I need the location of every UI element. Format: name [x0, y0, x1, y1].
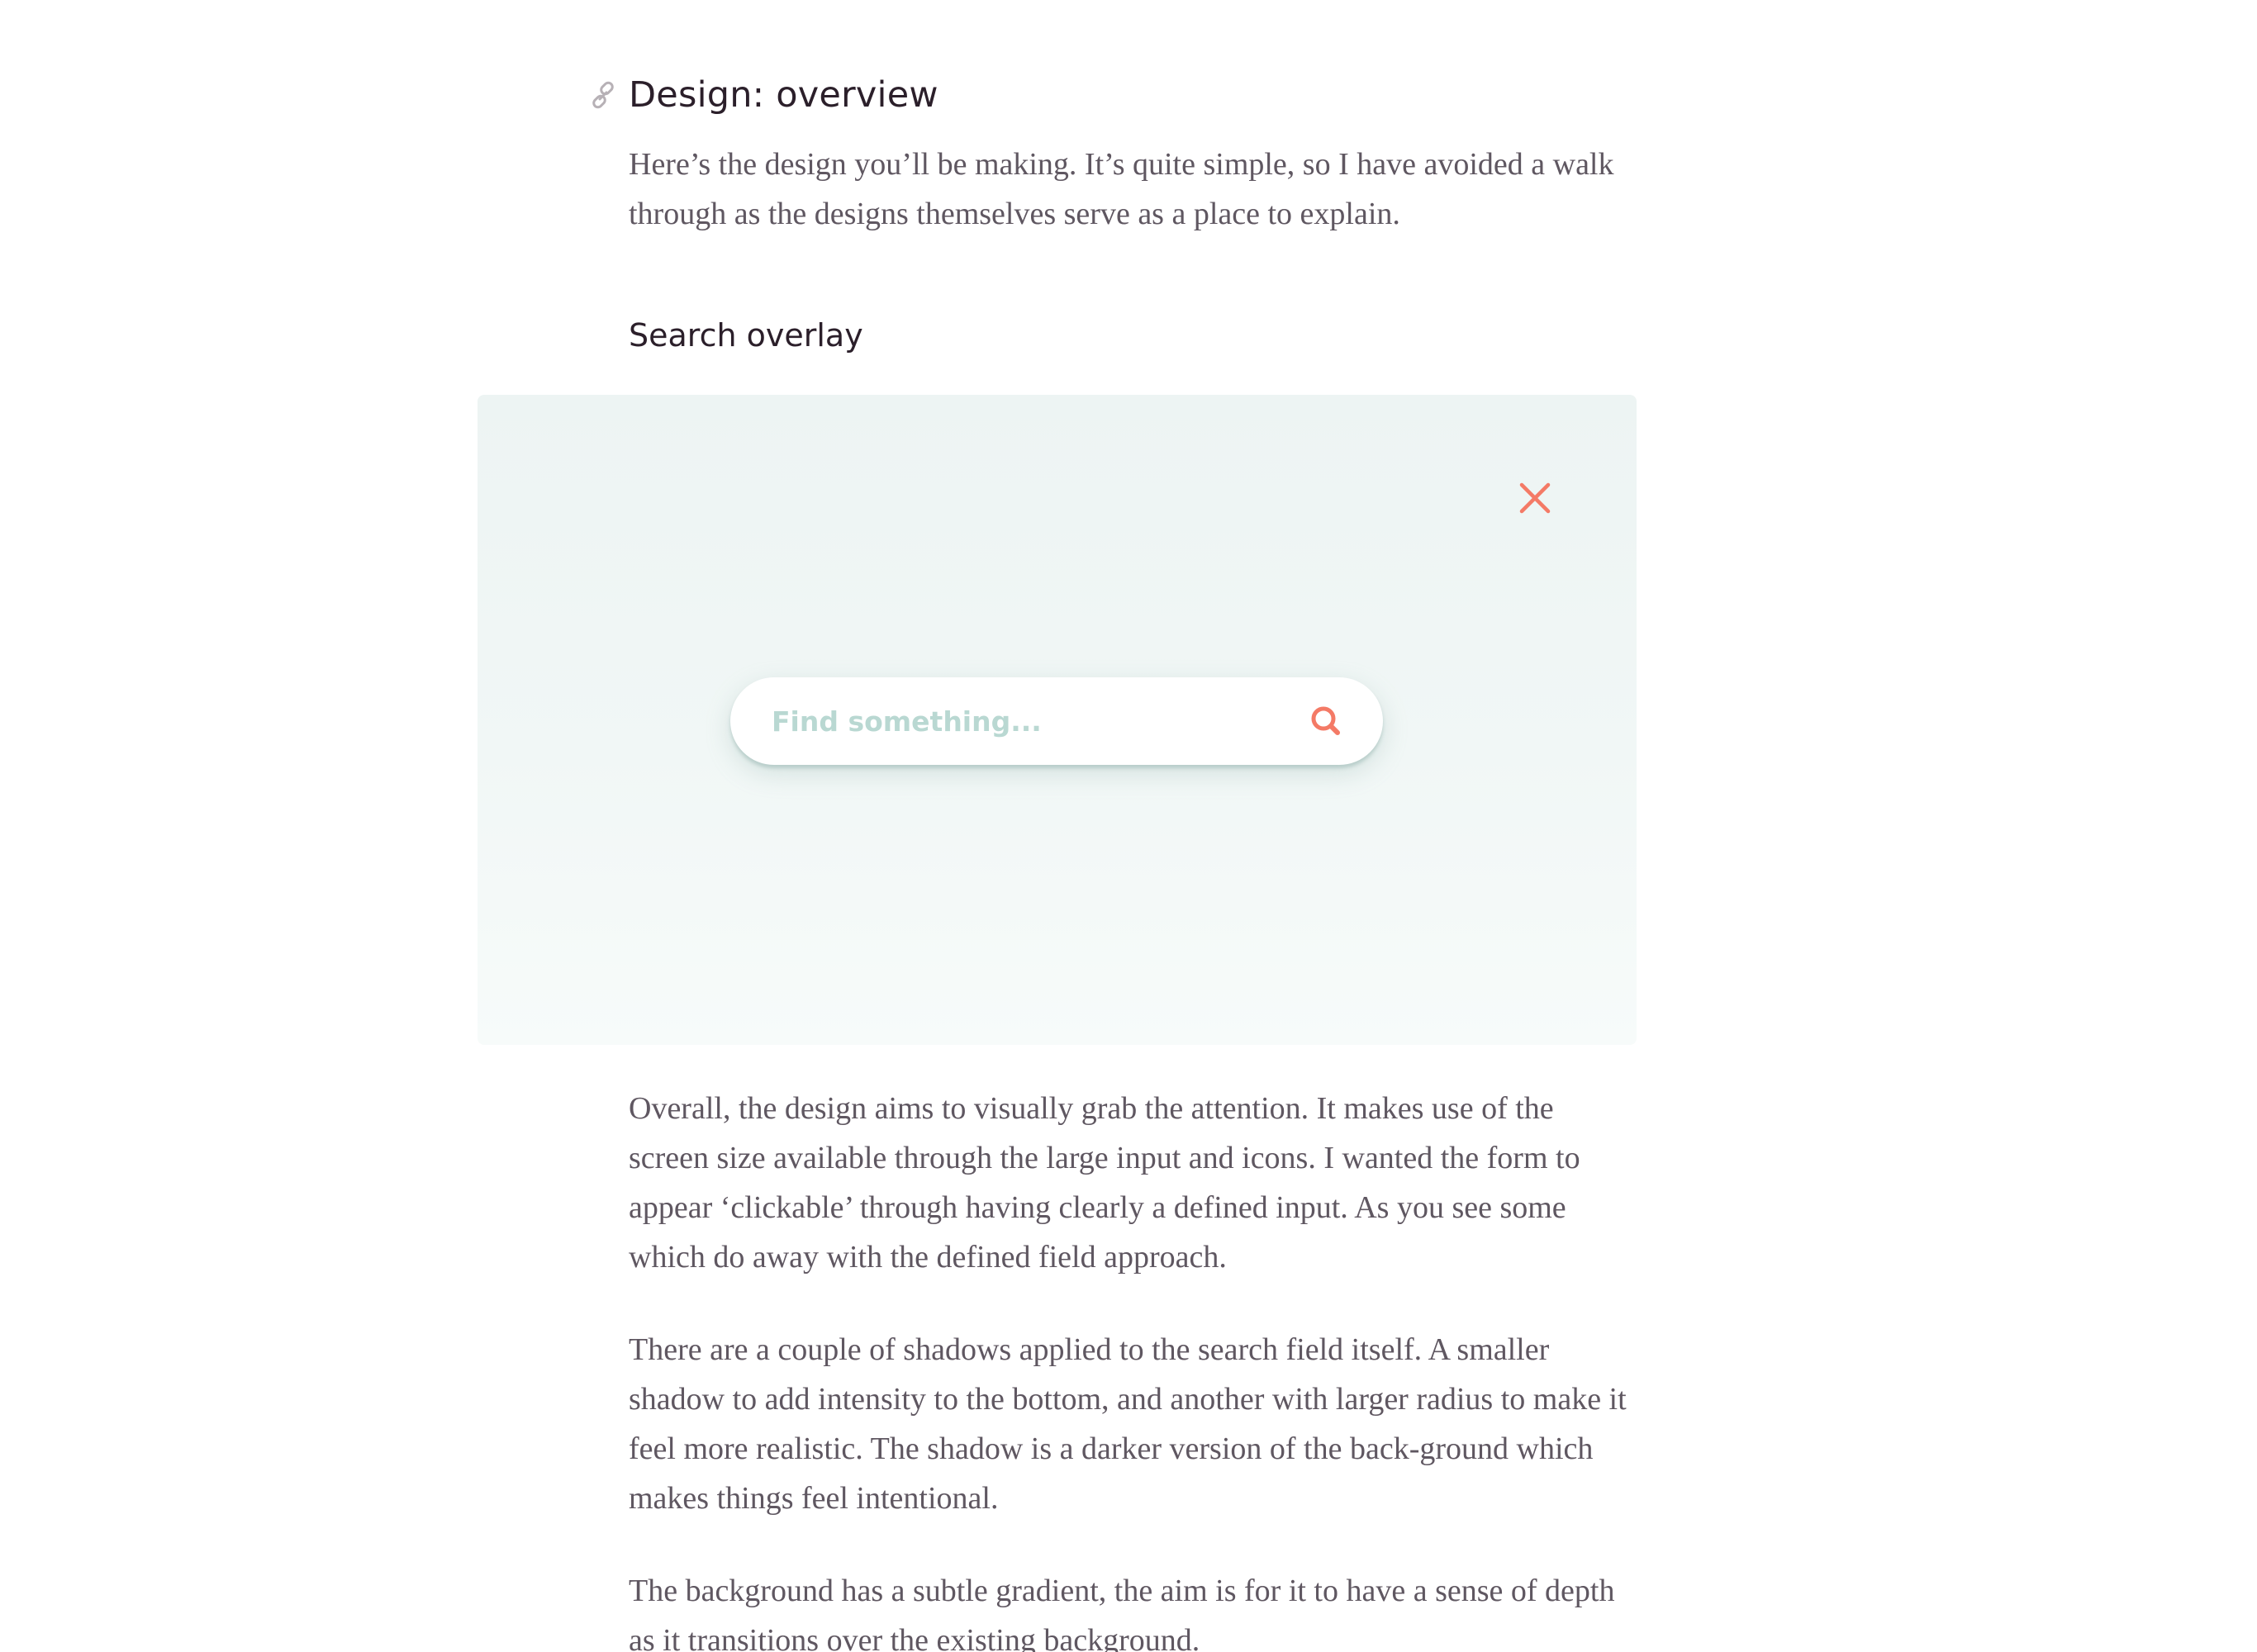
- search-overlay-preview: [478, 395, 1637, 1045]
- heading-anchor-link[interactable]: [588, 81, 618, 111]
- link-icon: [592, 81, 614, 109]
- body-paragraph: The background has a subtle gradient, th…: [629, 1574, 1615, 1652]
- intro-paragraph: Here’s the design you’ll be making. It’s…: [629, 147, 1614, 231]
- close-icon: [1519, 482, 1551, 514]
- search-input[interactable]: [772, 677, 1267, 765]
- close-button[interactable]: [1514, 477, 1556, 519]
- body-paragraph: Overall, the design aims to visually gra…: [629, 1091, 1580, 1275]
- body-paragraph: There are a couple of shadows applied to…: [629, 1332, 1627, 1516]
- search-button[interactable]: [1307, 702, 1345, 740]
- search-field: [730, 677, 1383, 765]
- subsection-heading: Search overlay: [629, 317, 863, 354]
- article: Design: overview Here’s the design you’l…: [0, 0, 2257, 1652]
- section-heading: Design: overview: [629, 74, 938, 116]
- search-icon: [1311, 706, 1340, 735]
